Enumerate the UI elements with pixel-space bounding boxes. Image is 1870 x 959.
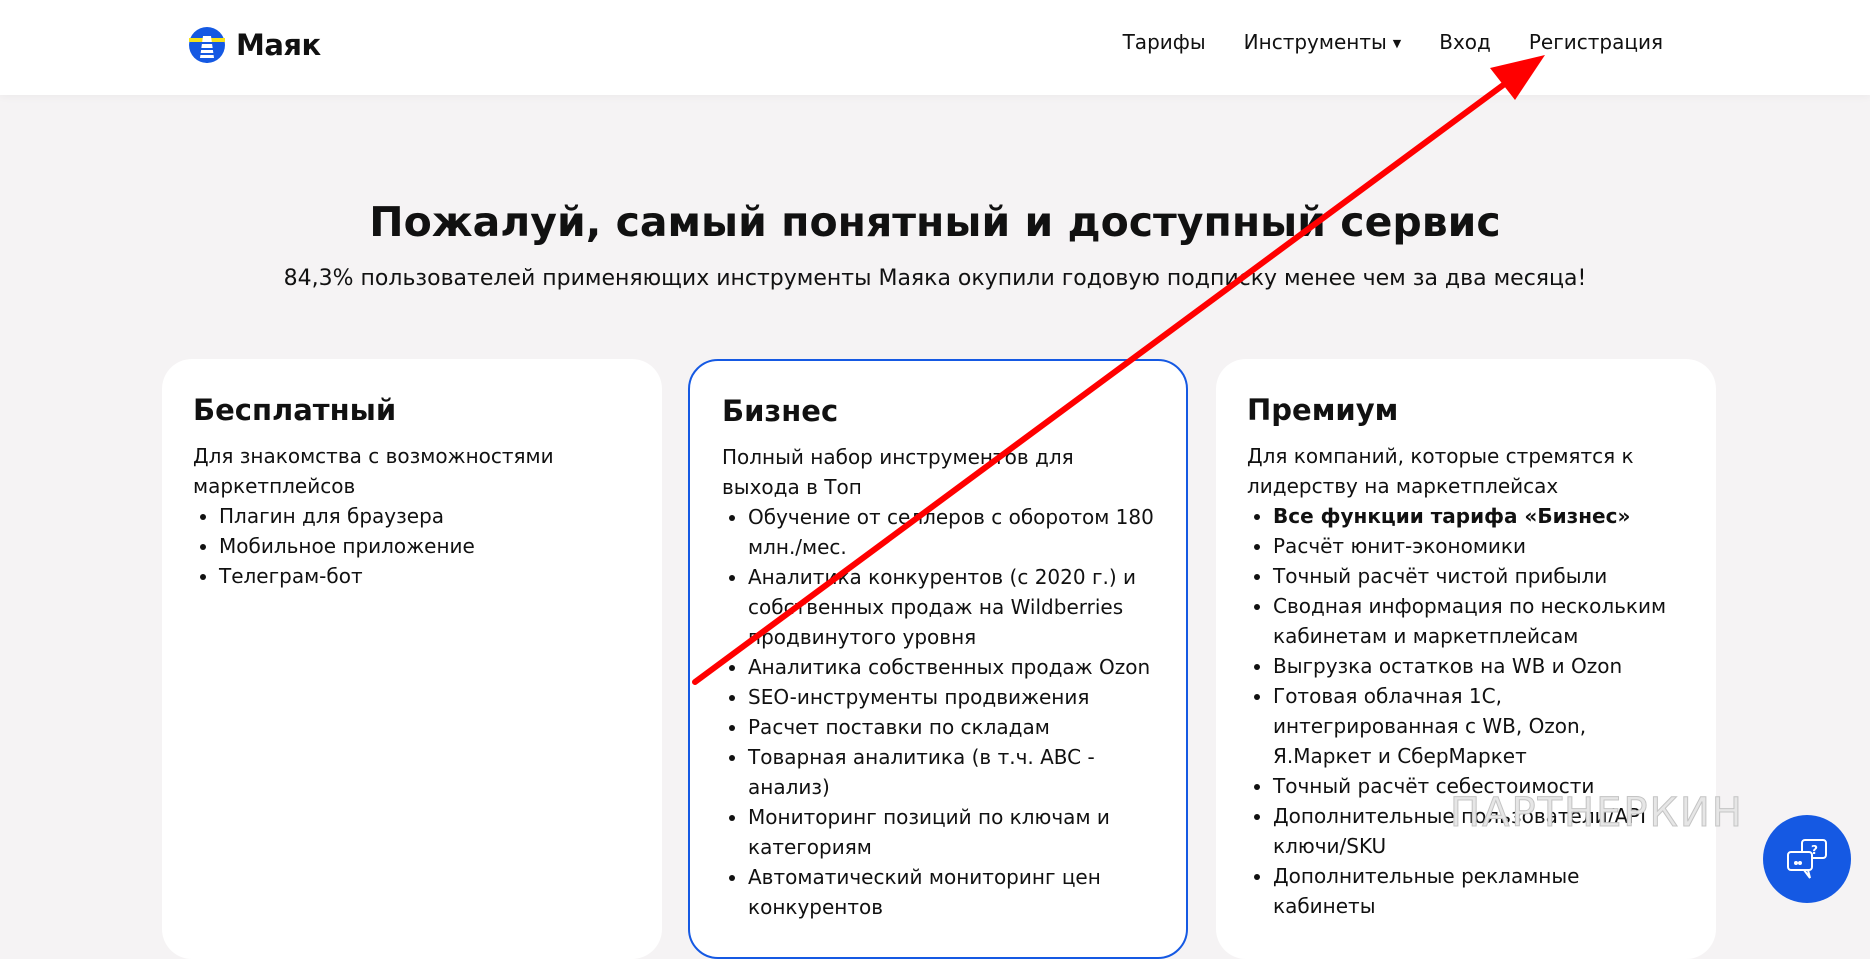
plan-card-free: Бесплатный Для знакомства с возможностям… [162, 359, 662, 959]
feature: Расчёт юнит-экономики [1273, 531, 1685, 561]
main-nav: Тарифы Инструменты ▼ Вход Регистрация [1123, 30, 1663, 54]
feature: Автоматический мониторинг цен конкуренто… [748, 862, 1154, 922]
svg-text:?: ? [1811, 843, 1818, 857]
lighthouse-logo-icon [189, 27, 225, 63]
header: Маяк Тарифы Инструменты ▼ Вход Регистраци… [0, 0, 1870, 95]
feature: Телеграм-бот [219, 561, 631, 591]
plan-features: Все функции тарифа «Бизнес» Расчёт юнит-… [1273, 501, 1685, 921]
plan-card-business: Бизнес Полный набор инструментов для вых… [688, 359, 1188, 959]
chat-question-icon: ? [1787, 839, 1827, 879]
hero-subtitle: 84,3% пользователей применяющих инструме… [283, 266, 1587, 291]
nav-register[interactable]: Регистрация [1529, 30, 1663, 54]
feature: Выгрузка остатков на WB и Ozon [1273, 651, 1685, 681]
plan-card-premium: Премиум Для компаний, которые стремятся … [1216, 359, 1716, 959]
feature: Точный расчёт чистой прибыли [1273, 561, 1685, 591]
nav-tools-label: Инструменты [1243, 30, 1387, 54]
feature: Все функции тарифа «Бизнес» [1273, 501, 1685, 531]
logo-text: Маяк [236, 28, 321, 62]
feature: Расчет поставки по складам [748, 712, 1154, 742]
plan-title: Премиум [1247, 393, 1399, 427]
feature-bold: Все функции тарифа «Бизнес» [1273, 504, 1631, 528]
plan-desc: Полный набор инструментов для выхода в Т… [722, 445, 1074, 499]
feature: Плагин для браузера [219, 501, 631, 531]
nav-tariffs[interactable]: Тарифы [1123, 30, 1206, 54]
watermark: ПАРТНЕРКИН [1450, 790, 1744, 837]
plan-desc: Для компаний, которые стремятся к лидерс… [1247, 444, 1634, 498]
support-chat-button[interactable]: ? [1763, 815, 1851, 903]
feature: SEO-инструменты продвижения [748, 682, 1154, 712]
plan-desc: Для знакомства с возможностями маркетпле… [193, 444, 554, 498]
feature: Аналитика собственных продаж Ozon [748, 652, 1154, 682]
feature: Дополнительные рекламные кабинеты [1273, 861, 1685, 921]
feature: Мониторинг позиций по ключам и категория… [748, 802, 1154, 862]
feature: Аналитика конкурентов (с 2020 г.) и собс… [748, 562, 1154, 652]
nav-login[interactable]: Вход [1439, 30, 1491, 54]
plan-features: Обучение от селлеров с оборотом 180 млн.… [748, 502, 1154, 922]
feature: Обучение от селлеров с оборотом 180 млн.… [748, 502, 1154, 562]
caret-down-icon: ▼ [1392, 37, 1402, 50]
feature: Сводная информация по нескольким кабинет… [1273, 591, 1685, 651]
feature: Готовая облачная 1С, интегрированная с W… [1273, 681, 1685, 771]
plan-title: Бизнес [722, 394, 839, 428]
logo[interactable]: Маяк [188, 26, 321, 64]
hero-title: Пожалуй, самый понятный и доступный серв… [369, 198, 1501, 246]
plan-features: Плагин для браузера Мобильное приложение… [219, 501, 631, 591]
nav-tools[interactable]: Инструменты ▼ [1244, 30, 1402, 54]
plan-title: Бесплатный [193, 393, 397, 427]
feature: Товарная аналитика (в т.ч. ABC - анализ) [748, 742, 1154, 802]
feature: Мобильное приложение [219, 531, 631, 561]
